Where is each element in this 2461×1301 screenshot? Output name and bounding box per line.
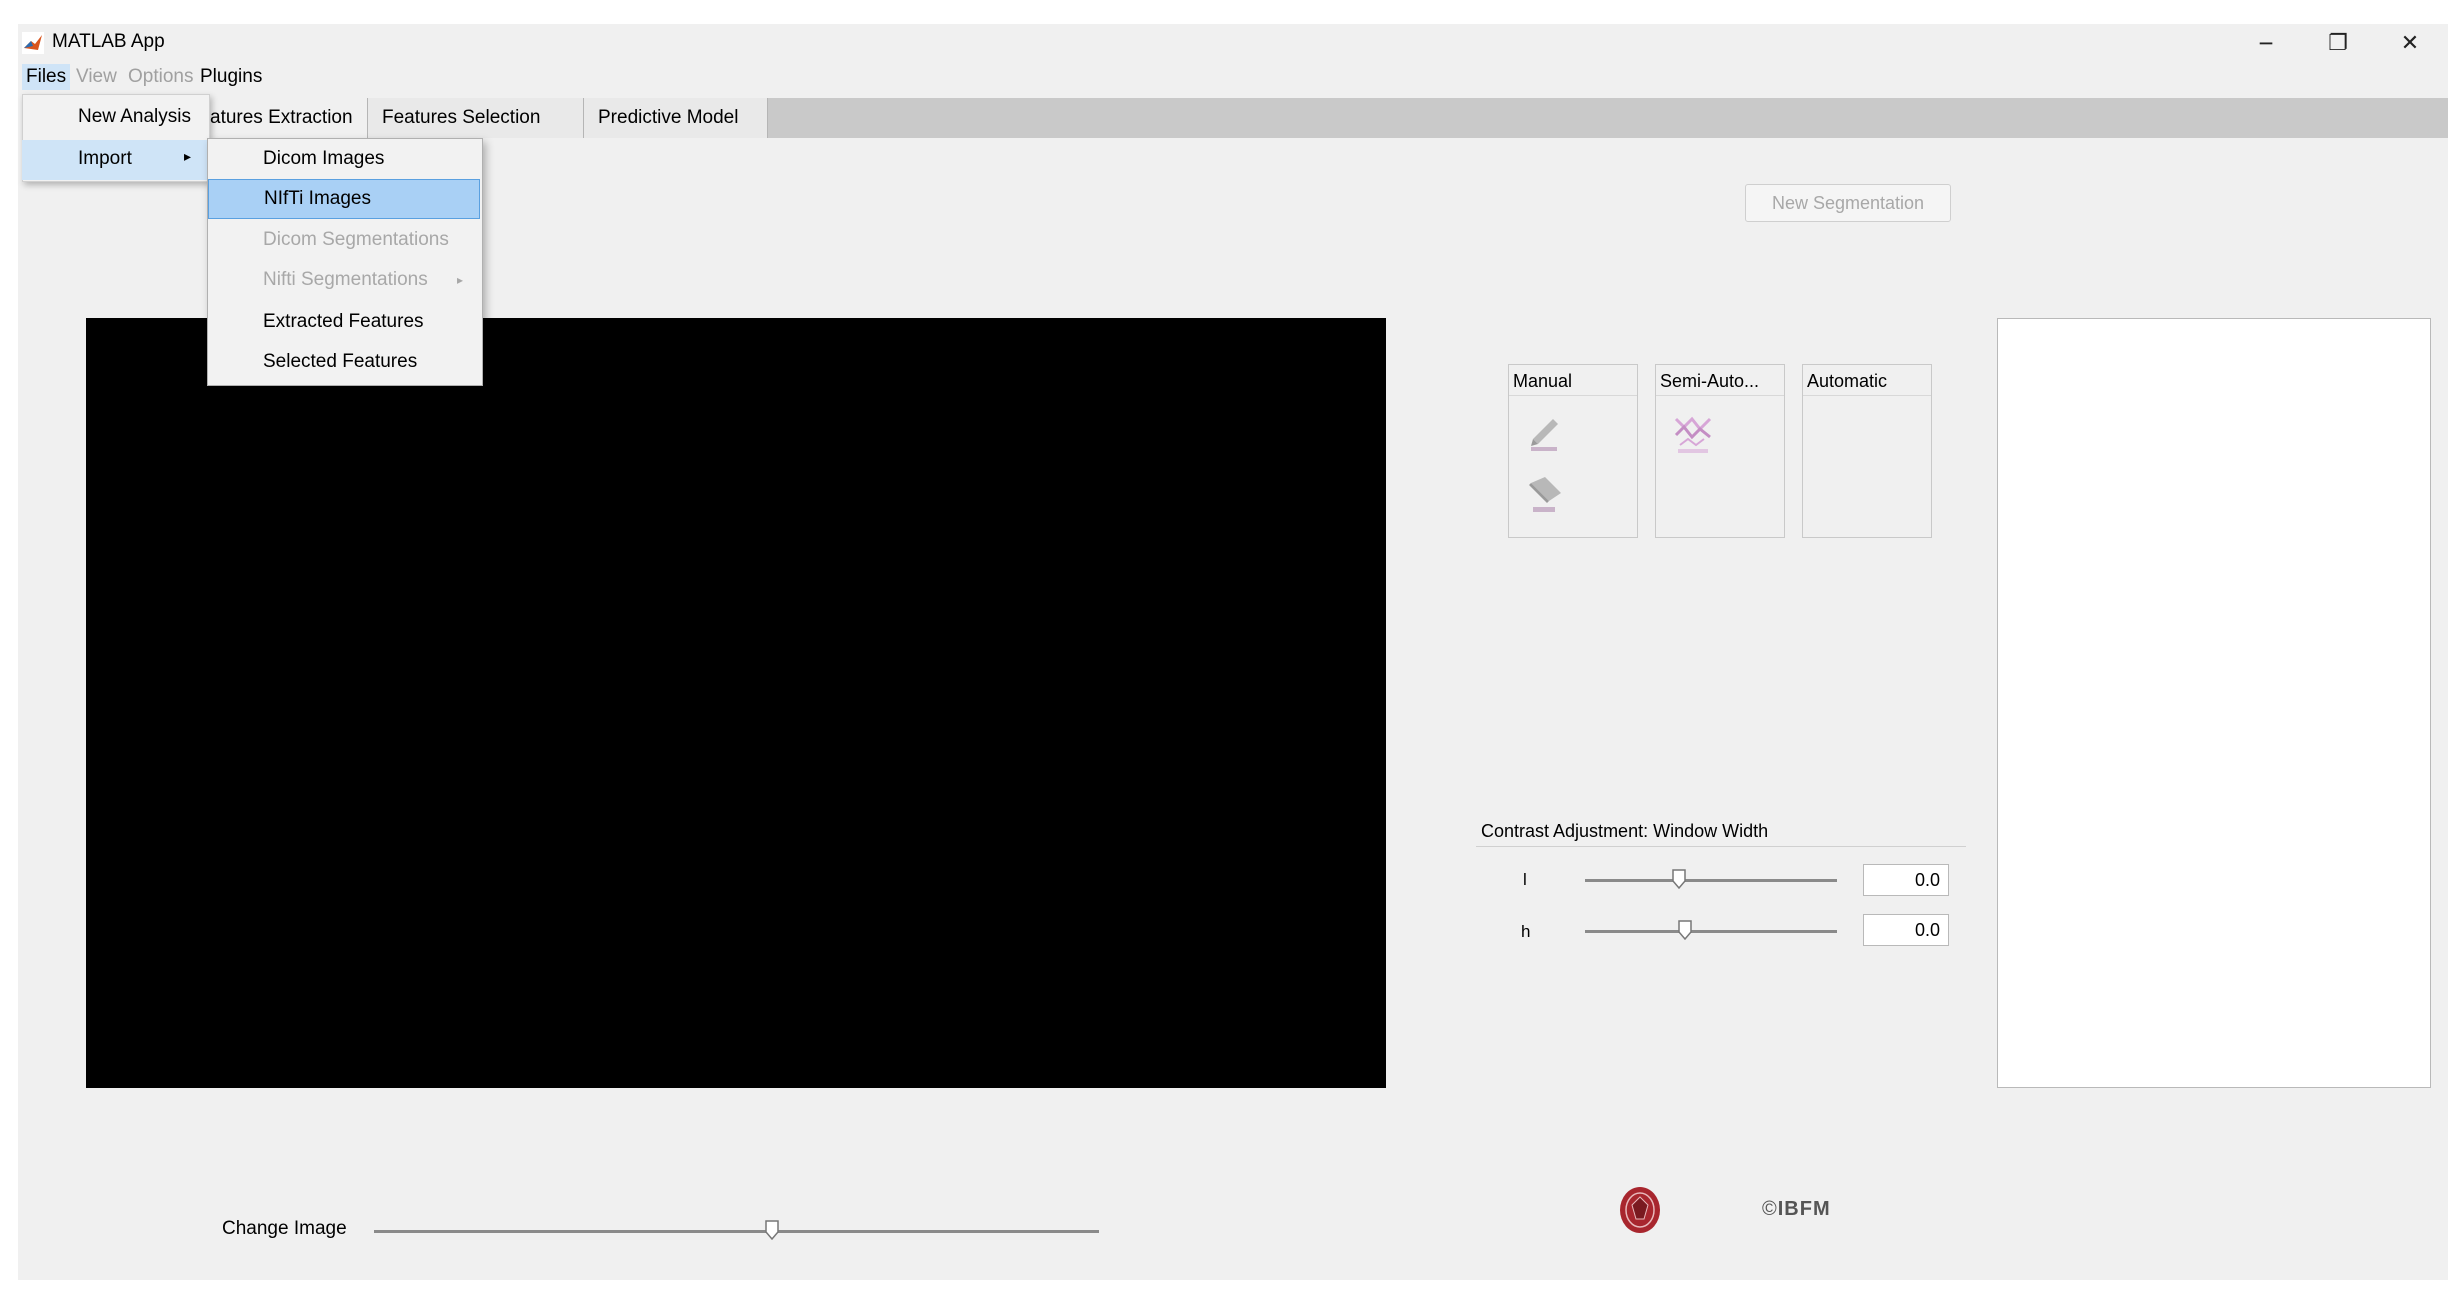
window-low-value[interactable]: 0.0 bbox=[1863, 864, 1949, 896]
ibfm-logo: ©IBFM bbox=[1762, 1198, 1831, 1221]
erase-icon[interactable] bbox=[1525, 473, 1569, 517]
menu-item-label: Selected Features bbox=[263, 351, 418, 372]
tab-label: Predictive Model bbox=[598, 107, 739, 128]
divider bbox=[1656, 395, 1784, 396]
slider-thumb[interactable] bbox=[1678, 920, 1692, 940]
semi-auto-panel: Semi-Auto... bbox=[1655, 364, 1785, 538]
tab-label: Features Selection bbox=[382, 107, 541, 128]
submenu-arrow-icon: ▸ bbox=[184, 148, 192, 164]
panel-title: Semi-Auto... bbox=[1660, 371, 1760, 391]
image-axes[interactable] bbox=[86, 318, 1386, 1088]
menu-item-new-analysis[interactable]: New Analysis bbox=[78, 106, 191, 128]
contrast-title: Contrast Adjustment: Window Width bbox=[1481, 821, 1769, 841]
menu-item-label: Dicom Images bbox=[263, 148, 385, 169]
window-low-slider[interactable] bbox=[1585, 879, 1837, 882]
window-high-slider[interactable] bbox=[1585, 930, 1837, 933]
menu-item-label: Extracted Features bbox=[263, 311, 424, 332]
menu-item-dicom-segmentations[interactable]: Dicom Segmentations bbox=[207, 220, 481, 260]
menu-plugins[interactable]: Plugins bbox=[196, 64, 266, 90]
menu-item-import-label: Import bbox=[78, 148, 132, 169]
menu-view[interactable]: View bbox=[72, 64, 121, 90]
ibfm-text: IBFM bbox=[1777, 1198, 1831, 1220]
matlab-icon bbox=[22, 32, 44, 54]
university-seal-logo bbox=[1620, 1187, 1660, 1233]
divider bbox=[1803, 395, 1931, 396]
panel-title: Automatic bbox=[1807, 371, 1888, 391]
menu-item-nifti-segmentations[interactable]: Nifti Segmentations ▸ bbox=[207, 260, 481, 300]
close-icon: ✕ bbox=[2400, 30, 2420, 55]
menu-item-extracted-features[interactable]: Extracted Features bbox=[207, 302, 481, 342]
slider-label-l: l bbox=[1523, 870, 1527, 889]
divider bbox=[1476, 846, 1966, 847]
restore-icon: ❐ bbox=[2328, 30, 2348, 55]
submenu-arrow-icon: ▸ bbox=[457, 273, 464, 287]
menu-item-selected-features[interactable]: Selected Features bbox=[207, 342, 481, 382]
new-segmentation-button[interactable]: New Segmentation bbox=[1745, 184, 1951, 222]
draw-icon[interactable] bbox=[1525, 409, 1569, 453]
minimize-button[interactable]: − bbox=[2236, 24, 2296, 62]
restore-button[interactable]: ❐ bbox=[2308, 24, 2368, 62]
slider-label-h: h bbox=[1521, 922, 1531, 941]
divider bbox=[1509, 395, 1637, 396]
window-title: MATLAB App bbox=[52, 31, 165, 52]
threshold-icon[interactable] bbox=[1672, 413, 1716, 457]
manual-panel: Manual bbox=[1508, 364, 1638, 538]
window-high-value[interactable]: 0.0 bbox=[1863, 914, 1949, 946]
tab-features-selection[interactable]: Features Selection bbox=[368, 98, 584, 138]
ibfm-mark-icon: © bbox=[1762, 1198, 1778, 1220]
menu-item-nifti-images[interactable]: NIfTi Images bbox=[208, 179, 480, 219]
change-image-label: Change Image bbox=[222, 1218, 347, 1239]
slider-thumb[interactable] bbox=[1672, 869, 1686, 889]
title-bar bbox=[18, 24, 2448, 62]
menu-options[interactable]: Options bbox=[124, 64, 197, 90]
close-button[interactable]: ✕ bbox=[2380, 24, 2440, 62]
menu-item-dicom-images[interactable]: Dicom Images bbox=[207, 139, 481, 179]
automatic-panel: Automatic bbox=[1802, 364, 1932, 538]
menu-item-label: Nifti Segmentations bbox=[263, 269, 428, 290]
tab-label: atures Extraction bbox=[210, 107, 353, 128]
panel-title: Manual bbox=[1513, 371, 1573, 391]
menu-item-label: Dicom Segmentations bbox=[263, 229, 449, 250]
info-panel bbox=[1997, 318, 2431, 1088]
minimize-icon: − bbox=[2258, 28, 2274, 58]
menu-files[interactable]: Files bbox=[22, 64, 71, 90]
menu-bar bbox=[18, 62, 2448, 94]
change-image-slider[interactable] bbox=[374, 1230, 1099, 1233]
menu-item-label: NIfTi Images bbox=[264, 188, 371, 209]
tab-predictive-model[interactable]: Predictive Model bbox=[584, 98, 768, 138]
slider-thumb[interactable] bbox=[765, 1220, 779, 1240]
